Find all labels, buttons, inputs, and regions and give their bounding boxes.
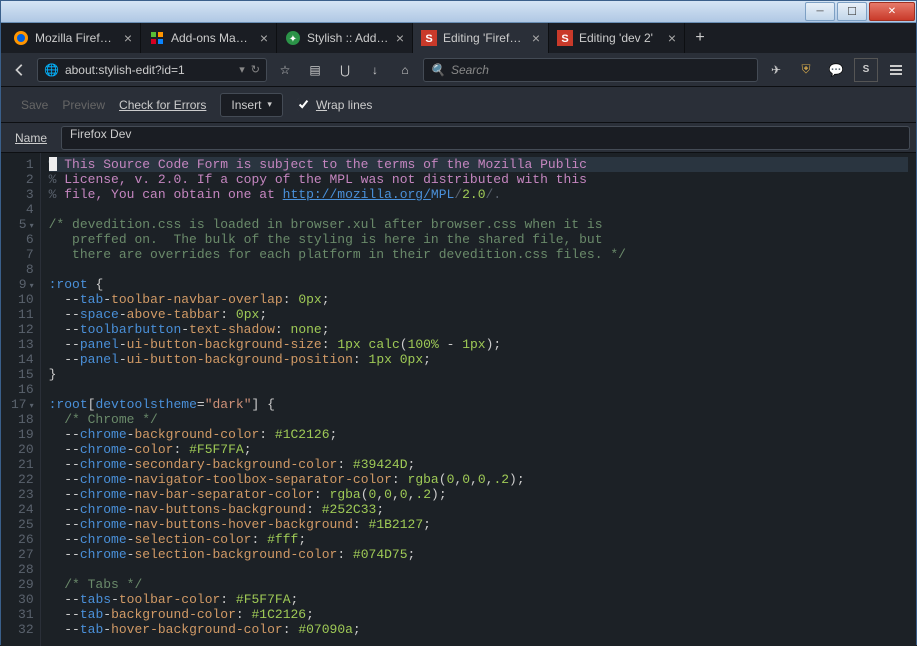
tab-close-icon[interactable]: × — [396, 30, 404, 46]
tab-close-icon[interactable]: × — [668, 30, 676, 46]
browser-navbar: 🌐 about:stylish-edit?id=1 ▾ ↻ ☆ ▤ ⋃ ↓ ⌂ … — [1, 53, 916, 87]
url-text: about:stylish-edit?id=1 — [65, 63, 233, 77]
tab-label: Stylish :: Add-o… — [307, 31, 390, 45]
name-bar: Name Firefox Dev — [1, 123, 916, 153]
code-line[interactable] — [49, 382, 908, 397]
code-line[interactable] — [49, 262, 908, 277]
search-bar[interactable]: 🔍 Search — [423, 58, 758, 82]
chat-icon[interactable]: 💬 — [824, 58, 848, 82]
code-line[interactable]: there are overrides for each platform in… — [49, 247, 908, 262]
menu-button[interactable] — [884, 58, 908, 82]
browser-tab[interactable]: S Editing 'dev 2' × — [549, 23, 685, 53]
pocket-icon[interactable]: ⋃ — [333, 58, 357, 82]
window-titlebar: ─ ☐ ✕ — [1, 1, 916, 23]
code-area[interactable]: % This Source Code Form is subject to th… — [41, 153, 916, 646]
shield-icon[interactable]: ⛨ — [794, 58, 818, 82]
new-tab-button[interactable]: + — [685, 23, 715, 53]
code-line[interactable]: preffed on. The bulk of the styling is h… — [49, 232, 908, 247]
wrap-lines-checkbox[interactable]: Wrap lines — [297, 98, 372, 112]
svg-text:S: S — [561, 33, 568, 45]
home-icon[interactable]: ⌂ — [393, 58, 417, 82]
code-line[interactable]: /* Tabs */ — [49, 577, 908, 592]
tab-favicon: S — [421, 30, 437, 46]
tab-favicon: ✦ — [285, 30, 301, 46]
wrap-lines-input[interactable] — [297, 98, 310, 111]
search-icon: 🔍 — [430, 63, 445, 77]
code-line[interactable]: --tab-toolbar-navbar-overlap: 0px; — [49, 292, 908, 307]
stylish-toolbar: Save Preview Check for Errors Insert ▾ W… — [1, 87, 916, 123]
code-line[interactable]: --chrome-navigator-toolbox-separator-col… — [49, 472, 908, 487]
tab-favicon — [149, 30, 165, 46]
tab-close-icon[interactable]: × — [260, 30, 268, 46]
browser-tabstrip: Mozilla Firefox … × Add-ons Mana… ×✦ Sty… — [1, 23, 916, 53]
code-line[interactable]: --tab-background-color: #1C2126; — [49, 607, 908, 622]
tab-label: Mozilla Firefox … — [35, 31, 118, 45]
send-icon[interactable]: ✈ — [764, 58, 788, 82]
code-line[interactable]: /* Chrome */ — [49, 412, 908, 427]
tab-favicon: S — [557, 30, 573, 46]
tab-label: Add-ons Mana… — [171, 31, 254, 45]
check-errors-button[interactable]: Check for Errors — [119, 98, 206, 112]
bookmark-star-icon[interactable]: ☆ — [273, 58, 297, 82]
code-line[interactable]: % This Source Code Form is subject to th… — [49, 157, 908, 172]
name-input[interactable]: Firefox Dev — [61, 126, 910, 150]
tab-favicon — [13, 30, 29, 46]
code-line[interactable]: /* devedition.css is loaded in browser.x… — [49, 217, 908, 232]
browser-tab[interactable]: S Editing 'Firefox … × — [413, 23, 549, 53]
browser-tab[interactable]: Mozilla Firefox … × — [5, 23, 141, 53]
tab-close-icon[interactable]: × — [124, 30, 132, 46]
window-maximize-button[interactable]: ☐ — [837, 2, 867, 21]
code-line[interactable]: % file, You can obtain one at http://moz… — [49, 187, 908, 202]
tab-close-icon[interactable]: × — [532, 30, 540, 46]
wrap-lines-label: Wrap lines — [316, 98, 372, 112]
save-button[interactable]: Save — [21, 98, 48, 112]
code-line[interactable]: :root[devtoolstheme="dark"] { — [49, 397, 908, 412]
browser-tab[interactable]: Add-ons Mana… × — [141, 23, 277, 53]
browser-tab[interactable]: ✦ Stylish :: Add-o… × — [277, 23, 413, 53]
line-gutter: 1234567891011121314151617181920212223242… — [1, 153, 41, 646]
window-minimize-button[interactable]: ─ — [805, 2, 835, 21]
code-line[interactable] — [49, 202, 908, 217]
code-line[interactable]: --toolbarbutton-text-shadow: none; — [49, 322, 908, 337]
chevron-down-icon: ▾ — [267, 99, 272, 110]
insert-dropdown[interactable]: Insert ▾ — [220, 93, 283, 117]
tab-label: Editing 'dev 2' — [579, 31, 662, 45]
tab-label: Editing 'Firefox … — [443, 31, 526, 45]
svg-text:✦: ✦ — [289, 34, 297, 45]
code-line[interactable]: --panel-ui-button-background-position: 1… — [49, 352, 908, 367]
code-line[interactable]: --chrome-selection-background-color: #07… — [49, 547, 908, 562]
name-label: Name — [1, 131, 61, 145]
globe-icon: 🌐 — [44, 63, 59, 77]
svg-text:S: S — [425, 33, 432, 45]
code-line[interactable]: % License, v. 2.0. If a copy of the MPL … — [49, 172, 908, 187]
code-line[interactable]: --panel-ui-button-background-size: 1px c… — [49, 337, 908, 352]
preview-button[interactable]: Preview — [62, 98, 105, 112]
insert-label: Insert — [231, 98, 261, 112]
reload-icon[interactable]: ↻ — [251, 63, 260, 76]
back-button[interactable] — [9, 59, 31, 81]
window-close-button[interactable]: ✕ — [869, 2, 915, 21]
code-line[interactable]: --space-above-tabbar: 0px; — [49, 307, 908, 322]
code-line[interactable]: :root { — [49, 277, 908, 292]
code-line[interactable]: --chrome-color: #F5F7FA; — [49, 442, 908, 457]
stylish-icon[interactable]: S — [854, 58, 878, 82]
url-bar[interactable]: 🌐 about:stylish-edit?id=1 ▾ ↻ — [37, 58, 267, 82]
code-line[interactable]: --chrome-nav-bar-separator-color: rgba(0… — [49, 487, 908, 502]
code-line[interactable]: --chrome-secondary-background-color: #39… — [49, 457, 908, 472]
code-editor[interactable]: 1234567891011121314151617181920212223242… — [1, 153, 916, 646]
code-line[interactable]: --chrome-nav-buttons-hover-background: #… — [49, 517, 908, 532]
search-placeholder: Search — [451, 63, 489, 77]
code-line[interactable]: --tabs-toolbar-color: #F5F7FA; — [49, 592, 908, 607]
code-line[interactable]: --tab-hover-background-color: #07090a; — [49, 622, 908, 637]
code-line[interactable]: } — [49, 367, 908, 382]
downloads-icon[interactable]: ↓ — [363, 58, 387, 82]
code-line[interactable] — [49, 562, 908, 577]
code-line[interactable]: --chrome-selection-color: #fff; — [49, 532, 908, 547]
code-line[interactable]: --chrome-background-color: #1C2126; — [49, 427, 908, 442]
reader-icon[interactable]: ▤ — [303, 58, 327, 82]
code-line[interactable]: --chrome-nav-buttons-background: #252C33… — [49, 502, 908, 517]
url-dropdown-icon[interactable]: ▾ — [239, 63, 245, 76]
